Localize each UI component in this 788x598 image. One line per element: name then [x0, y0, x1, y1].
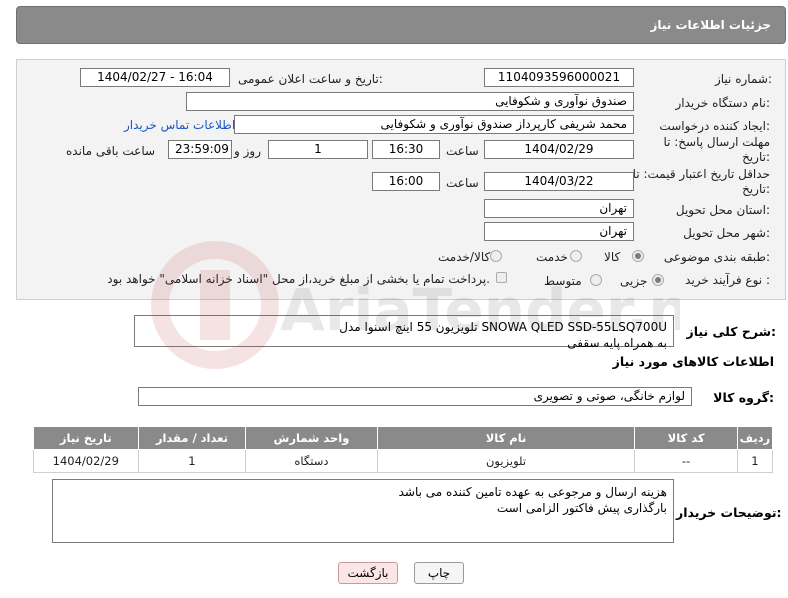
- deadline-date-field[interactable]: 1404/02/29: [484, 140, 634, 159]
- process-label: نوع فرآیند خرید :: [685, 273, 770, 287]
- remaining-time-field[interactable]: 23:59:09: [168, 140, 232, 159]
- requester-label: ایجاد کننده درخواست:: [659, 119, 770, 133]
- goods-section-title: اطلاعات کالاهای مورد نیاز: [612, 354, 774, 369]
- goods-table: ردیف کد کالا نام کالا واحد شمارش تعداد /…: [33, 426, 774, 473]
- back-button[interactable]: بازگشت: [338, 562, 398, 584]
- validity-time-field[interactable]: 16:00: [372, 172, 440, 191]
- goods-table-header-row: ردیف کد کالا نام کالا واحد شمارش تعداد /…: [33, 426, 774, 450]
- need-number-field[interactable]: 1104093596000021: [484, 68, 634, 87]
- province-field[interactable]: تهران: [484, 199, 634, 218]
- buyer-notes-textarea[interactable]: هزینه ارسال و مرجوعی به عهده تامین کننده…: [52, 479, 674, 543]
- cell-name: تلویزیون: [376, 449, 636, 473]
- announce-field[interactable]: 1404/02/27 - 16:04: [80, 68, 230, 87]
- table-row[interactable]: 1 -- تلویزیون دستگاه 1 1404/02/29: [33, 449, 774, 473]
- col-row-header: ردیف: [736, 426, 774, 450]
- category-goods-text: کالا: [604, 250, 621, 264]
- category-service-radio[interactable]: [570, 250, 582, 262]
- deadline-label: مهلت ارسال پاسخ: تا تاریخ:: [663, 135, 770, 164]
- description-label: شرح کلی نیاز:: [686, 324, 777, 339]
- deadline-days-label: روز و: [234, 144, 261, 158]
- buyer-org-label: نام دستگاه خریدار:: [675, 96, 771, 110]
- cell-code: --: [634, 449, 738, 473]
- treasury-text: پرداخت تمام یا بخشی از مبلغ خرید،از محل …: [107, 272, 490, 286]
- announce-label: تاریخ و ساعت اعلان عمومی:: [238, 72, 383, 86]
- category-service-text: خدمت: [536, 250, 568, 264]
- city-field[interactable]: تهران: [484, 222, 634, 241]
- goods-group-label: گروه کالا:: [713, 390, 774, 405]
- process-minor-radio[interactable]: [652, 274, 664, 286]
- treasury-checkbox[interactable]: [496, 272, 507, 283]
- col-date-header: تاریخ نیاز: [33, 426, 139, 450]
- col-qty-header: تعداد / مقدار: [137, 426, 247, 450]
- description-textarea[interactable]: تلویزیون 55 اینچ اسنوا مدل SNOWA QLED SS…: [134, 315, 674, 350]
- deadline-time-label: ساعت: [446, 144, 479, 158]
- category-both-text: کالا/خدمت: [438, 250, 491, 264]
- process-minor-text: جزیی: [620, 274, 648, 288]
- goods-table-wrapper: ردیف کد کالا نام کالا واحد شمارش تعداد /…: [33, 426, 774, 473]
- category-both-radio[interactable]: [490, 250, 502, 262]
- buyer-notes-label: توضیحات خریدار:: [676, 505, 782, 520]
- province-label: استان محل تحویل:: [675, 203, 770, 217]
- goods-group-field[interactable]: لوازم خانگی، صوتی و تصویری: [138, 387, 692, 406]
- validity-date-field[interactable]: 1404/03/22: [484, 172, 634, 191]
- buyer-org-field[interactable]: صندوق نوآوری و شکوفایی: [186, 92, 634, 111]
- buyer-contact-link[interactable]: اطلاعات تماس خریدار: [124, 118, 235, 132]
- col-code-header: کد کالا: [634, 426, 738, 450]
- process-medium-radio[interactable]: [590, 274, 602, 286]
- cell-date: 1404/02/29: [33, 449, 139, 473]
- category-goods-radio[interactable]: [632, 250, 644, 262]
- page-title: جزئیات اطلاعات نیاز: [650, 18, 771, 32]
- deadline-time-field[interactable]: 16:30: [372, 140, 440, 159]
- remaining-time-label: ساعت باقی مانده: [66, 144, 156, 158]
- deadline-days-field[interactable]: 1: [268, 140, 368, 159]
- validity-label: حداقل تاریخ اعتبار قیمت: تا تاریخ:: [632, 167, 770, 196]
- col-unit-header: واحد شمارش: [245, 426, 378, 450]
- category-label: طبقه بندی موضوعی:: [663, 250, 770, 264]
- cell-row: 1: [736, 449, 774, 473]
- col-name-header: نام کالا: [376, 426, 636, 450]
- need-number-label: شماره نیاز:: [714, 72, 772, 86]
- process-medium-text: متوسط: [544, 274, 582, 288]
- validity-time-label: ساعت: [446, 176, 479, 190]
- cell-qty: 1: [137, 449, 247, 473]
- requester-field[interactable]: محمد شریفی کارپرداز صندوق نوآوری و شکوفا…: [234, 115, 634, 134]
- print-button[interactable]: چاپ: [414, 562, 464, 584]
- page-header: جزئیات اطلاعات نیاز: [16, 6, 786, 44]
- cell-unit: دستگاه: [245, 449, 378, 473]
- city-label: شهر محل تحویل:: [683, 226, 770, 240]
